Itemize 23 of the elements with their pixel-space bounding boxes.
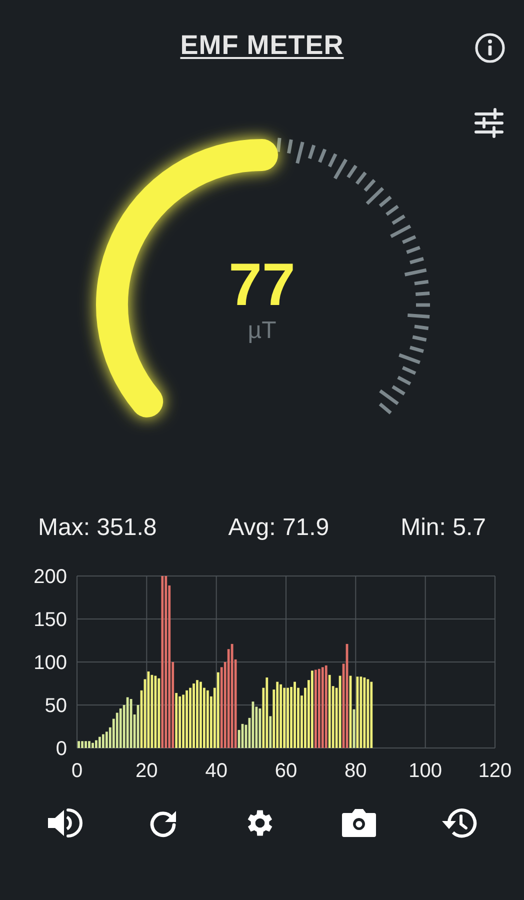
speaker-icon — [46, 806, 84, 840]
info-icon — [474, 32, 506, 64]
gauge-unit: µT — [248, 317, 276, 345]
app-title: EMF METER — [180, 30, 344, 60]
y-tick-label: 100 — [34, 652, 67, 674]
x-tick-label: 0 — [71, 760, 83, 782]
x-tick-label: 80 — [344, 760, 367, 782]
x-tick-label: 120 — [478, 760, 512, 782]
stat-text: Max: 351.8 — [38, 514, 157, 542]
x-tick-label: 100 — [408, 760, 442, 782]
sliders-icon — [474, 108, 506, 138]
y-tick-label: 150 — [34, 609, 67, 631]
x-tick-label: 40 — [205, 760, 228, 782]
y-tick-label: 200 — [34, 566, 67, 588]
history-icon — [440, 806, 478, 840]
x-tick-label: 20 — [136, 760, 158, 782]
stat-text: Min: 5.7 — [400, 514, 486, 542]
gauge-value: 77 — [228, 255, 296, 315]
stat-text: Avg: 71.9 — [228, 514, 330, 542]
y-tick-label: 0 — [56, 738, 67, 760]
x-tick-label: 60 — [274, 760, 298, 782]
camera-icon — [340, 807, 377, 839]
y-tick-label: 50 — [44, 695, 67, 717]
